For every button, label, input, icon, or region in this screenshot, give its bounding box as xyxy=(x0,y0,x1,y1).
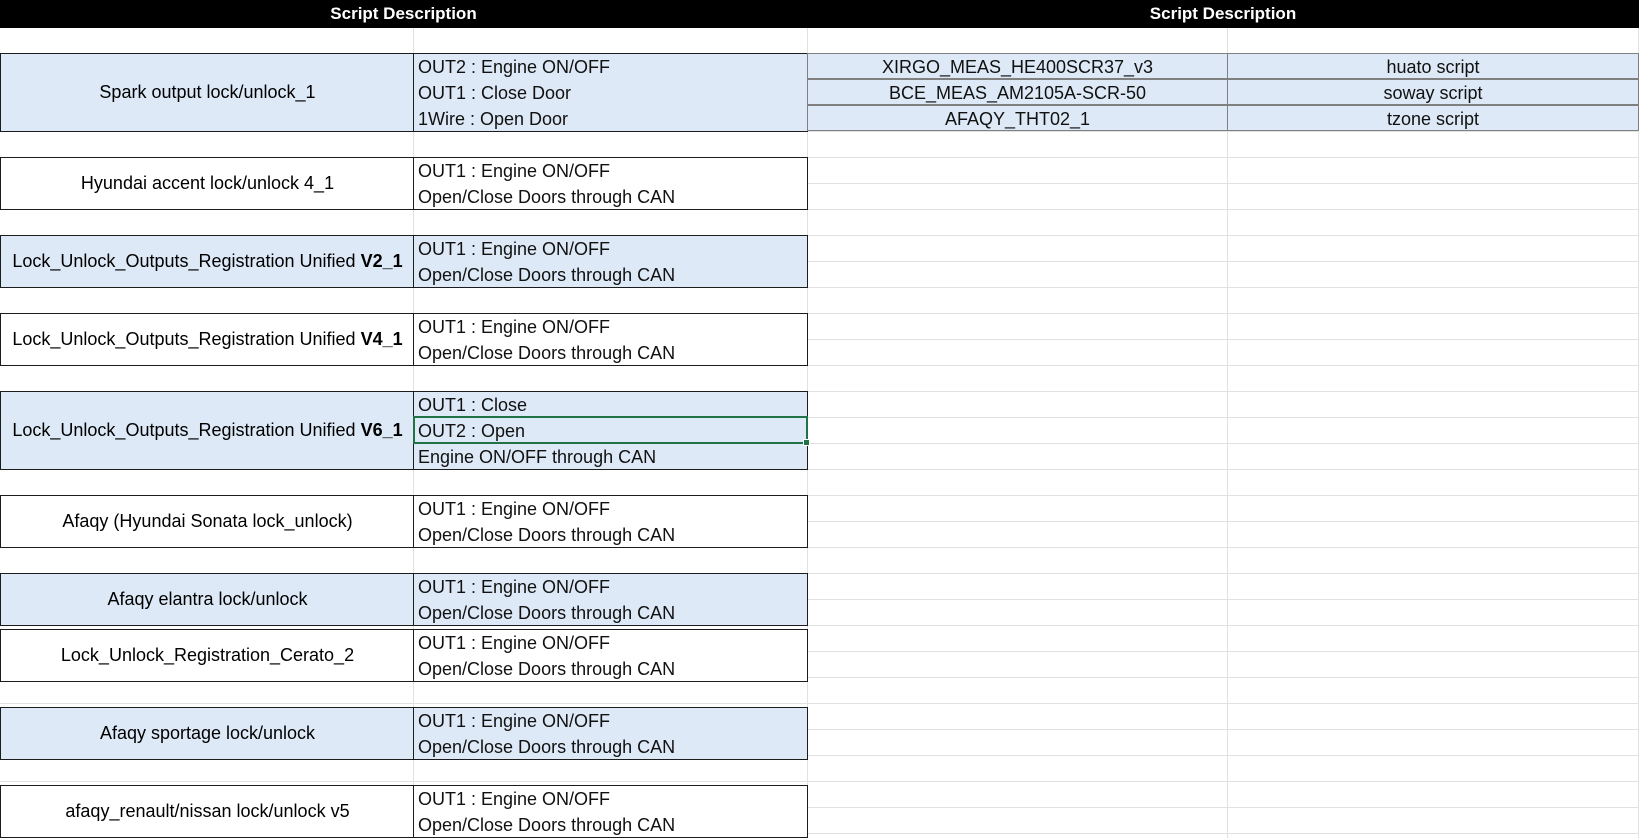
description-line: Open/Close Doors through CAN xyxy=(418,343,676,363)
script-name: Afaqy (Hyundai Sonata lock_unlock) xyxy=(62,511,353,531)
description-line: 1Wire : Open Door xyxy=(418,109,569,129)
fill-handle[interactable] xyxy=(803,439,810,446)
description-line: OUT1 : Engine ON/OFF xyxy=(418,789,611,809)
script-name-cell[interactable]: Lock_Unlock_Outputs_Registration Unified… xyxy=(0,391,414,470)
script-row: Afaqy (Hyundai Sonata lock_unlock) OUT1 … xyxy=(0,495,808,548)
description-line: Open/Close Doors through CAN xyxy=(418,525,676,545)
description-line: Open/Close Doors through CAN xyxy=(418,659,676,679)
script-row: Lock_Unlock_Outputs_Registration Unified… xyxy=(0,235,808,288)
description-line: Engine ON/OFF through CAN xyxy=(418,447,657,467)
script-name: Lock_Unlock_Outputs_Registration Unified… xyxy=(12,329,402,350)
script-name-prefix: Lock_Unlock_Outputs_Registration Unified xyxy=(12,420,361,440)
description-line: OUT1 : Engine ON/OFF xyxy=(418,161,611,181)
script-version: V6_1 xyxy=(360,420,403,440)
script-row: Afaqy sportage lock/unlock OUT1 : Engine… xyxy=(0,707,808,760)
script-name-cell[interactable]: Lock_Unlock_Outputs_Registration Unified… xyxy=(0,235,414,288)
script-name-cell[interactable]: Lock_Unlock_Registration_Cerato_2 xyxy=(0,629,414,682)
other-script-desc-cell[interactable]: tzone script xyxy=(1227,105,1639,131)
script-name-prefix: Lock_Unlock_Outputs_Registration Unified xyxy=(12,329,361,349)
script-name: Spark output lock/unlock_1 xyxy=(99,82,316,102)
script-description-cell[interactable]: OUT2 : Engine ON/OFF OUT1 : Close Door 1… xyxy=(413,53,808,132)
script-name: Hyundai accent lock/unlock 4_1 xyxy=(80,173,335,193)
script-name-cell[interactable]: afaqy_renault/nissan lock/unlock v5 xyxy=(0,785,414,838)
script-description-cell[interactable]: OUT1 : Engine ON/OFF Open/Close Doors th… xyxy=(413,707,808,760)
script-name-cell[interactable]: Afaqy elantra lock/unlock xyxy=(0,573,414,626)
description-line: OUT1 : Close Door xyxy=(418,83,572,103)
script-row: Lock_Unlock_Outputs_Registration Unified… xyxy=(0,313,808,366)
column-header-script-description[interactable]: Script Description xyxy=(0,0,807,28)
other-script-desc-cell[interactable]: soway script xyxy=(1227,79,1639,105)
script-name-cell[interactable]: Lock_Unlock_Outputs_Registration Unified… xyxy=(0,313,414,366)
description-line: Open/Close Doors through CAN xyxy=(418,815,676,835)
gridline xyxy=(0,781,1639,782)
script-version: V2_1 xyxy=(360,251,403,271)
script-name: Lock_Unlock_Outputs_Registration Unified… xyxy=(12,251,402,272)
description-line: OUT1 : Engine ON/OFF xyxy=(418,317,611,337)
other-script-desc-cell[interactable]: huato script xyxy=(1227,53,1639,79)
script-row: afaqy_renault/nissan lock/unlock v5 OUT1… xyxy=(0,785,808,838)
gridline xyxy=(1227,28,1228,838)
script-name-cell[interactable]: Afaqy (Hyundai Sonata lock_unlock) xyxy=(0,495,414,548)
script-description-cell[interactable]: OUT1 : Engine ON/OFF Open/Close Doors th… xyxy=(413,313,808,366)
script-row: Afaqy elantra lock/unlock OUT1 : Engine … xyxy=(0,573,808,626)
description-line: OUT1 : Engine ON/OFF xyxy=(418,239,611,259)
script-description-cell[interactable]: OUT1 : Engine ON/OFF Open/Close Doors th… xyxy=(413,157,808,210)
description-line: OUT1 : Close xyxy=(418,395,528,415)
script-name: Lock_Unlock_Outputs_Registration Unified… xyxy=(12,420,402,441)
description-line: OUT1 : Engine ON/OFF xyxy=(418,577,611,597)
script-description-cell[interactable]: OUT1 : Engine ON/OFF Open/Close Doors th… xyxy=(413,495,808,548)
active-cell-selection[interactable] xyxy=(413,416,810,446)
script-version: V4_1 xyxy=(360,329,403,349)
script-name-cell[interactable]: Hyundai accent lock/unlock 4_1 xyxy=(0,157,414,210)
script-name: Afaqy elantra lock/unlock xyxy=(107,589,308,609)
description-line: Open/Close Doors through CAN xyxy=(418,187,676,207)
script-name: Afaqy sportage lock/unlock xyxy=(99,723,316,743)
script-row: Hyundai accent lock/unlock 4_1 OUT1 : En… xyxy=(0,157,808,210)
script-description-cell[interactable]: OUT1 : Engine ON/OFF Open/Close Doors th… xyxy=(413,785,808,838)
description-line: OUT2 : Engine ON/OFF xyxy=(418,57,611,77)
script-name: afaqy_renault/nissan lock/unlock v5 xyxy=(65,801,350,821)
other-script-id-cell[interactable]: AFAQY_THT02_1 xyxy=(807,105,1228,131)
description-line: OUT1 : Engine ON/OFF xyxy=(418,499,611,519)
description-line: OUT1 : Engine ON/OFF xyxy=(418,633,611,653)
other-script-id-cell[interactable]: XIRGO_MEAS_HE400SCR37_v3 xyxy=(807,53,1228,79)
script-description-cell[interactable]: OUT1 : Engine ON/OFF Open/Close Doors th… xyxy=(413,235,808,288)
script-name-cell[interactable]: Spark output lock/unlock_1 xyxy=(0,53,414,132)
script-name-prefix: Lock_Unlock_Outputs_Registration Unified xyxy=(12,251,361,271)
description-line: OUT1 : Engine ON/OFF xyxy=(418,711,611,731)
gridline xyxy=(0,703,1639,704)
description-line: Open/Close Doors through CAN xyxy=(418,603,676,623)
description-line: Open/Close Doors through CAN xyxy=(418,737,676,757)
other-script-id-cell[interactable]: BCE_MEAS_AM2105A-SCR-50 xyxy=(807,79,1228,105)
column-header-script-description-2[interactable]: Script Description xyxy=(807,0,1639,28)
script-description-cell[interactable]: OUT1 : Engine ON/OFF Open/Close Doors th… xyxy=(413,629,808,682)
description-line: Open/Close Doors through CAN xyxy=(418,265,676,285)
script-name-cell[interactable]: Afaqy sportage lock/unlock xyxy=(0,707,414,760)
script-description-cell[interactable]: OUT1 : Engine ON/OFF Open/Close Doors th… xyxy=(413,573,808,626)
script-row: Spark output lock/unlock_1 OUT2 : Engine… xyxy=(0,53,808,132)
script-name: Lock_Unlock_Registration_Cerato_2 xyxy=(60,645,355,665)
script-row: Lock_Unlock_Registration_Cerato_2 OUT1 :… xyxy=(0,629,808,682)
